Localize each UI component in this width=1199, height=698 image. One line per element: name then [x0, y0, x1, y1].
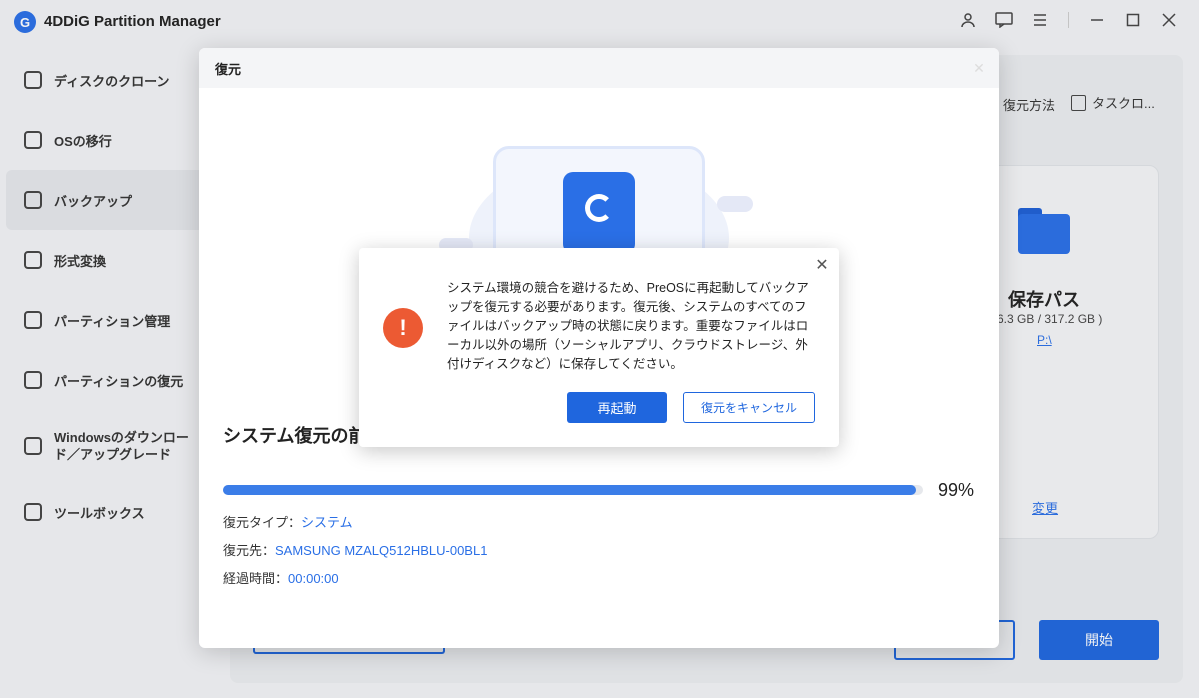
restore-type-row: 復元タイプ：システム	[223, 512, 353, 531]
reboot-alert-dialog: ✕ ! システム環境の競合を避けるため、PreOSに再起動してバックアップを復元…	[359, 248, 839, 447]
restore-progress-value: 99%	[938, 480, 975, 500]
reboot-button[interactable]: 再起動	[567, 392, 667, 423]
restore-target-value: SAMSUNG MZALQ512HBLU-00BL1	[275, 543, 488, 558]
restore-progress-fill	[223, 485, 916, 495]
restore-target-row: 復元先：SAMSUNG MZALQ512HBLU-00BL1	[223, 540, 487, 559]
close-icon[interactable]: ✕	[969, 58, 989, 78]
restore-type-label: 復元タイプ：	[223, 515, 302, 530]
disk-restore-icon	[563, 172, 635, 254]
close-icon[interactable]: ✕	[813, 256, 831, 274]
alert-message: システム環境の競合を避けるため、PreOSに再起動してバックアップを復元する必要…	[447, 281, 809, 371]
warning-icon: !	[383, 308, 423, 348]
elapsed-time-label: 経過時間：	[223, 571, 289, 586]
elapsed-time-value: 00:00:00	[288, 571, 339, 586]
cancel-restore-button[interactable]: 復元をキャンセル	[683, 392, 815, 423]
restore-progress-bar	[223, 485, 923, 495]
restore-modal-title: 復元	[199, 48, 999, 88]
elapsed-time-row: 経過時間：00:00:00	[223, 568, 339, 587]
restore-type-value: システム	[301, 515, 353, 530]
restore-target-label: 復元先：	[223, 543, 276, 558]
restore-heading: システム復元の前	[223, 426, 367, 446]
